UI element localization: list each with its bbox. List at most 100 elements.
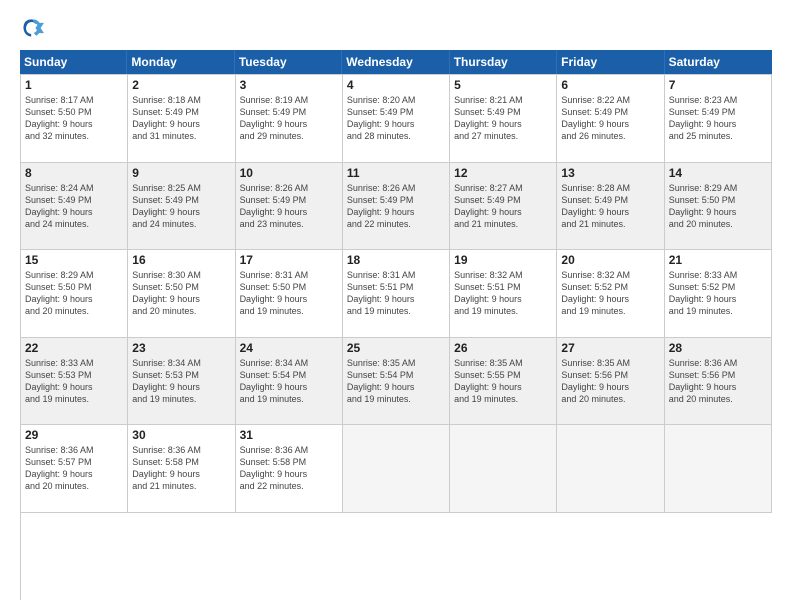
day-info: Sunrise: 8:36 AM Sunset: 5:56 PM Dayligh… [669, 357, 767, 406]
day-number: 15 [25, 253, 123, 267]
day-info: Sunrise: 8:31 AM Sunset: 5:50 PM Dayligh… [240, 269, 338, 318]
day-info: Sunrise: 8:35 AM Sunset: 5:54 PM Dayligh… [347, 357, 445, 406]
day-info: Sunrise: 8:34 AM Sunset: 5:54 PM Dayligh… [240, 357, 338, 406]
header-cell-monday: Monday [127, 50, 234, 74]
day-number: 27 [561, 341, 659, 355]
day-cell-1: 1 Sunrise: 8:17 AM Sunset: 5:50 PM Daylig… [21, 75, 128, 163]
day-info: Sunrise: 8:33 AM Sunset: 5:53 PM Dayligh… [25, 357, 123, 406]
day-info: Sunrise: 8:35 AM Sunset: 5:56 PM Dayligh… [561, 357, 659, 406]
day-cell-5: 5Sunrise: 8:21 AM Sunset: 5:49 PM Daylig… [450, 75, 557, 163]
day-info: Sunrise: 8:36 AM Sunset: 5:58 PM Dayligh… [240, 444, 338, 493]
day-cell-6: 6 Sunrise: 8:22 AM Sunset: 5:49 PM Daylig… [557, 75, 664, 163]
day-cell-17: 17 Sunrise: 8:31 AM Sunset: 5:50 PM Dayli… [236, 250, 343, 338]
header-cell-tuesday: Tuesday [235, 50, 342, 74]
day-cell-16: 16 Sunrise: 8:30 AM Sunset: 5:50 PM Dayli… [128, 250, 235, 338]
day-cell-18: 18 Sunrise: 8:31 AM Sunset: 5:51 PM Dayli… [343, 250, 450, 338]
day-info: Sunrise: 8:20 AM Sunset: 5:49 PM Dayligh… [347, 94, 445, 143]
day-cell-13: 13Sunrise: 8:28 AM Sunset: 5:49 PM Dayli… [557, 163, 664, 251]
day-info: Sunrise: 8:30 AM Sunset: 5:50 PM Dayligh… [132, 269, 230, 318]
day-number: 19 [454, 253, 552, 267]
empty-cell-33 [557, 425, 664, 513]
header [20, 16, 772, 40]
day-number: 10 [240, 166, 338, 180]
day-number: 31 [240, 428, 338, 442]
day-number: 9 [132, 166, 230, 180]
day-info: Sunrise: 8:17 AM Sunset: 5:50 PM Dayligh… [25, 94, 123, 143]
empty-cell-34 [665, 425, 772, 513]
day-number: 11 [347, 166, 445, 180]
day-cell-31: 31 Sunrise: 8:36 AM Sunset: 5:58 PM Dayli… [236, 425, 343, 513]
day-cell-8: 8 Sunrise: 8:24 AM Sunset: 5:49 PM Daylig… [21, 163, 128, 251]
day-number: 18 [347, 253, 445, 267]
day-number: 21 [669, 253, 767, 267]
day-number: 2 [132, 78, 230, 92]
day-number: 8 [25, 166, 123, 180]
day-number: 3 [240, 78, 338, 92]
header-cell-wednesday: Wednesday [342, 50, 449, 74]
day-cell-25: 25 Sunrise: 8:35 AM Sunset: 5:54 PM Dayli… [343, 338, 450, 426]
day-cell-10: 10 Sunrise: 8:26 AM Sunset: 5:49 PM Dayli… [236, 163, 343, 251]
day-info: Sunrise: 8:26 AM Sunset: 5:49 PM Dayligh… [347, 182, 445, 231]
day-info: Sunrise: 8:29 AM Sunset: 5:50 PM Dayligh… [25, 269, 123, 318]
day-cell-27: 27 Sunrise: 8:35 AM Sunset: 5:56 PM Dayli… [557, 338, 664, 426]
day-cell-2: 2Sunrise: 8:18 AM Sunset: 5:49 PM Daylig… [128, 75, 235, 163]
day-number: 1 [25, 78, 123, 92]
day-cell-11: 11 Sunrise: 8:26 AM Sunset: 5:49 PM Dayli… [343, 163, 450, 251]
day-number: 26 [454, 341, 552, 355]
day-number: 28 [669, 341, 767, 355]
day-number: 7 [669, 78, 767, 92]
day-number: 13 [561, 166, 659, 180]
day-info: Sunrise: 8:23 AM Sunset: 5:49 PM Dayligh… [669, 94, 767, 143]
day-number: 25 [347, 341, 445, 355]
day-cell-20: 20 Sunrise: 8:32 AM Sunset: 5:52 PM Dayli… [557, 250, 664, 338]
day-cell-22: 22 Sunrise: 8:33 AM Sunset: 5:53 PM Dayli… [21, 338, 128, 426]
day-number: 4 [347, 78, 445, 92]
day-number: 5 [454, 78, 552, 92]
day-number: 14 [669, 166, 767, 180]
day-info: Sunrise: 8:34 AM Sunset: 5:53 PM Dayligh… [132, 357, 230, 406]
logo [20, 16, 48, 40]
day-cell-24: 24 Sunrise: 8:34 AM Sunset: 5:54 PM Dayli… [236, 338, 343, 426]
day-number: 29 [25, 428, 123, 442]
day-cell-29: 29 Sunrise: 8:36 AM Sunset: 5:57 PM Dayli… [21, 425, 128, 513]
day-info: Sunrise: 8:32 AM Sunset: 5:52 PM Dayligh… [561, 269, 659, 318]
day-cell-3: 3 Sunrise: 8:19 AM Sunset: 5:49 PM Daylig… [236, 75, 343, 163]
day-number: 6 [561, 78, 659, 92]
header-cell-friday: Friday [557, 50, 664, 74]
day-number: 30 [132, 428, 230, 442]
day-info: Sunrise: 8:27 AM Sunset: 5:49 PM Dayligh… [454, 182, 552, 231]
day-number: 16 [132, 253, 230, 267]
day-cell-7: 7 Sunrise: 8:23 AM Sunset: 5:49 PM Daylig… [665, 75, 772, 163]
day-number: 23 [132, 341, 230, 355]
day-cell-12: 12 Sunrise: 8:27 AM Sunset: 5:49 PM Dayli… [450, 163, 557, 251]
day-cell-28: 28 Sunrise: 8:36 AM Sunset: 5:56 PM Dayli… [665, 338, 772, 426]
calendar-body: 1 Sunrise: 8:17 AM Sunset: 5:50 PM Daylig… [20, 74, 772, 600]
day-number: 24 [240, 341, 338, 355]
day-cell-19: 19 Sunrise: 8:32 AM Sunset: 5:51 PM Dayli… [450, 250, 557, 338]
day-info: Sunrise: 8:29 AM Sunset: 5:50 PM Dayligh… [669, 182, 767, 231]
empty-cell-31 [343, 425, 450, 513]
day-info: Sunrise: 8:32 AM Sunset: 5:51 PM Dayligh… [454, 269, 552, 318]
day-cell-30: 30 Sunrise: 8:36 AM Sunset: 5:58 PM Dayli… [128, 425, 235, 513]
day-cell-4: 4 Sunrise: 8:20 AM Sunset: 5:49 PM Daylig… [343, 75, 450, 163]
day-info: Sunrise: 8:26 AM Sunset: 5:49 PM Dayligh… [240, 182, 338, 231]
page: SundayMondayTuesdayWednesdayThursdayFrid… [0, 0, 792, 612]
day-info: Sunrise: 8:19 AM Sunset: 5:49 PM Dayligh… [240, 94, 338, 143]
logo-icon [20, 16, 44, 40]
day-info: Sunrise: 8:36 AM Sunset: 5:58 PM Dayligh… [132, 444, 230, 493]
day-info: Sunrise: 8:22 AM Sunset: 5:49 PM Dayligh… [561, 94, 659, 143]
day-number: 20 [561, 253, 659, 267]
day-info: Sunrise: 8:35 AM Sunset: 5:55 PM Dayligh… [454, 357, 552, 406]
empty-cell-32 [450, 425, 557, 513]
day-info: Sunrise: 8:36 AM Sunset: 5:57 PM Dayligh… [25, 444, 123, 493]
day-number: 22 [25, 341, 123, 355]
header-cell-sunday: Sunday [20, 50, 127, 74]
day-info: Sunrise: 8:24 AM Sunset: 5:49 PM Dayligh… [25, 182, 123, 231]
day-number: 17 [240, 253, 338, 267]
header-cell-thursday: Thursday [450, 50, 557, 74]
day-cell-9: 9Sunrise: 8:25 AM Sunset: 5:49 PM Daylig… [128, 163, 235, 251]
day-info: Sunrise: 8:31 AM Sunset: 5:51 PM Dayligh… [347, 269, 445, 318]
day-cell-15: 15 Sunrise: 8:29 AM Sunset: 5:50 PM Dayli… [21, 250, 128, 338]
day-number: 12 [454, 166, 552, 180]
day-cell-26: 26 Sunrise: 8:35 AM Sunset: 5:55 PM Dayli… [450, 338, 557, 426]
